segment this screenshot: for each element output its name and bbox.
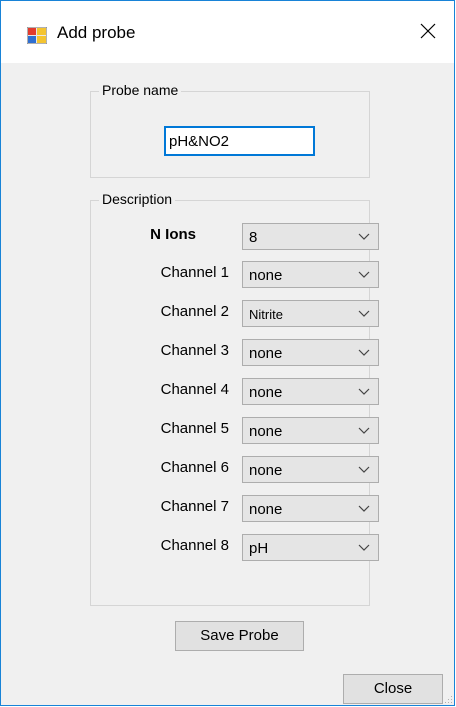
close-button[interactable]: Close [343,674,443,704]
channel-7-select[interactable]: none [242,495,379,522]
save-probe-button[interactable]: Save Probe [175,621,304,651]
probe-name-input[interactable] [164,126,315,156]
channel-5-label: Channel 5 [160,420,229,437]
channel-3-select[interactable]: none [242,339,379,366]
channel-7-label: Channel 7 [160,498,229,515]
channel-5-value: none [249,423,283,440]
resize-grip-icon[interactable] [445,696,453,704]
chevron-down-icon [358,388,370,395]
chevron-down-icon [358,310,370,317]
chevron-down-icon [358,233,370,240]
title-bar[interactable]: Add probe [1,1,454,63]
channel-3-label: Channel 3 [160,342,229,359]
channel-2-value: Nitrite [249,307,283,322]
close-icon[interactable] [416,19,440,43]
channel-8-label: Channel 8 [160,537,229,554]
n-ions-label: N Ions [150,226,196,243]
channel-6-select[interactable]: none [242,456,379,483]
channel-1-label: Channel 1 [160,264,229,281]
description-group-label: Description [99,191,176,207]
window-title: Add probe [57,23,136,42]
chevron-down-icon [358,427,370,434]
chevron-down-icon [358,349,370,356]
channel-8-value: pH [249,540,269,557]
channel-8-select[interactable]: pH [242,534,379,561]
app-window-icon [27,27,47,44]
channel-2-label: Channel 2 [160,303,229,320]
channel-4-select[interactable]: none [242,378,379,405]
channel-1-value: none [249,267,283,284]
channel-3-value: none [249,345,283,362]
channel-4-label: Channel 4 [160,381,229,398]
chevron-down-icon [358,505,370,512]
channel-6-label: Channel 6 [160,459,229,476]
channel-1-select[interactable]: none [242,261,379,288]
chevron-down-icon [358,544,370,551]
chevron-down-icon [358,271,370,278]
channel-6-value: none [249,462,283,479]
channel-7-value: none [249,501,283,518]
add-probe-dialog: Add probe Probe name Description N Ions … [0,0,455,706]
n-ions-select[interactable]: 8 [242,223,379,250]
chevron-down-icon [358,466,370,473]
channel-4-value: none [249,384,283,401]
channel-2-select[interactable]: Nitrite [242,300,379,327]
channel-5-select[interactable]: none [242,417,379,444]
probe-name-group-label: Probe name [99,82,182,98]
n-ions-value: 8 [249,229,258,246]
